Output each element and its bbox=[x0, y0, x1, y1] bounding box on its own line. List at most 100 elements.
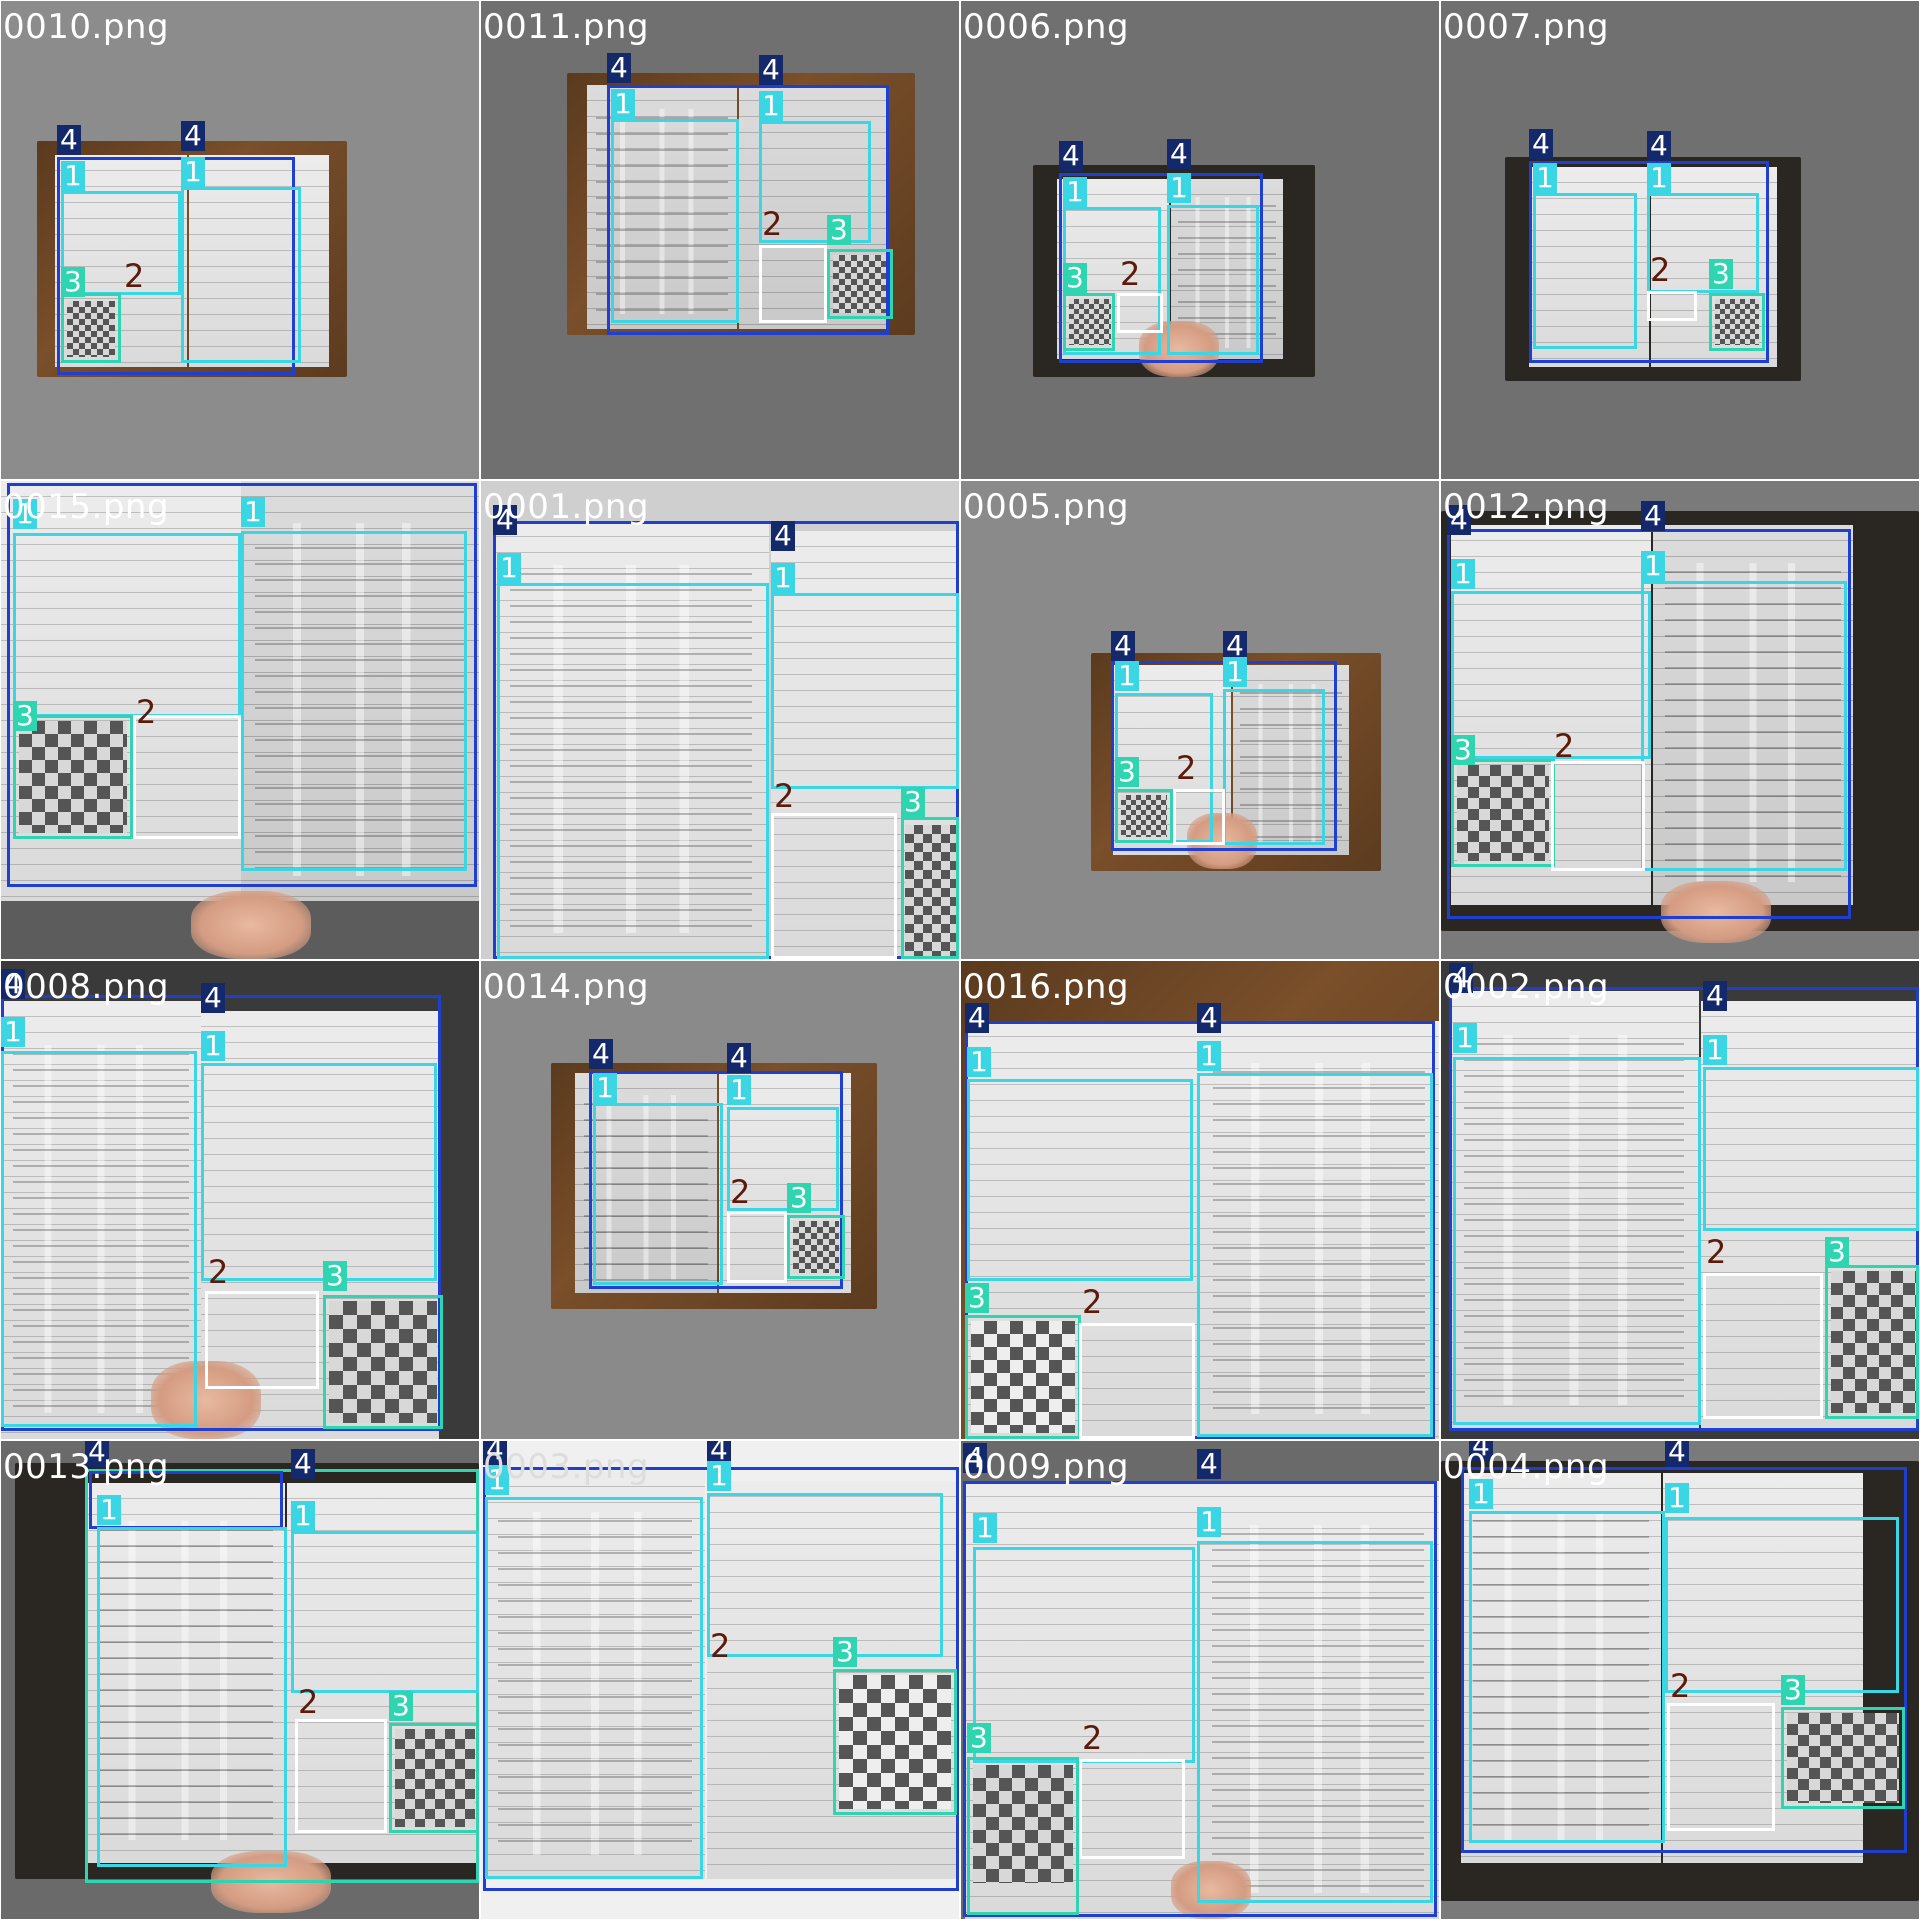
label-class-3: 3 bbox=[1825, 1237, 1849, 1267]
label-class-1: 1 bbox=[771, 563, 795, 593]
label-class-2: 2 bbox=[1650, 251, 1671, 289]
label-class-2: 2 bbox=[730, 1173, 751, 1211]
detection-box-class-3 bbox=[1451, 759, 1555, 867]
tile-filename: 0007.png bbox=[1443, 7, 1610, 47]
tile-0008: 0008.png 4 4 1 1 2 3 bbox=[1, 961, 479, 1439]
label-class-4: 4 bbox=[1197, 1003, 1221, 1033]
tile-filename: 0006.png bbox=[963, 7, 1130, 47]
label-class-1: 1 bbox=[1197, 1041, 1221, 1071]
label-class-4: 4 bbox=[1059, 141, 1083, 171]
tile-0014: 0014.png 4 4 1 1 2 3 bbox=[481, 961, 959, 1439]
label-class-2: 2 bbox=[298, 1683, 319, 1721]
label-class-1: 1 bbox=[1063, 177, 1087, 207]
label-class-4: 4 bbox=[181, 121, 205, 151]
label-class-2: 2 bbox=[710, 1627, 731, 1665]
detection-box-class-1 bbox=[611, 119, 739, 323]
detection-box-class-1 bbox=[1469, 1511, 1665, 1843]
tile-filename: 0016.png bbox=[963, 967, 1130, 1007]
tile-filename: 0014.png bbox=[483, 967, 650, 1007]
detection-box-class-2 bbox=[759, 245, 827, 323]
detection-box-class-3 bbox=[827, 249, 893, 319]
detection-box-class-2 bbox=[133, 715, 241, 839]
detection-box-class-2 bbox=[1703, 1273, 1823, 1419]
label-class-3: 3 bbox=[833, 1637, 857, 1667]
tile-0005: 0005.png 4 4 1 1 3 2 bbox=[961, 481, 1439, 959]
tile-0006: 0006.png 4 4 1 1 3 2 bbox=[961, 1, 1439, 479]
label-class-3: 3 bbox=[389, 1691, 413, 1721]
detection-box-class-2 bbox=[295, 1719, 387, 1833]
label-class-3: 3 bbox=[787, 1183, 811, 1213]
label-class-1: 1 bbox=[593, 1073, 617, 1103]
label-class-1: 1 bbox=[973, 1513, 997, 1543]
detection-box-class-3 bbox=[389, 1723, 479, 1833]
detection-box-class-2 bbox=[1667, 1703, 1775, 1831]
detection-box-class-3 bbox=[1781, 1707, 1905, 1809]
detection-box-class-1 bbox=[1, 1051, 197, 1427]
detection-box-class-3 bbox=[323, 1295, 443, 1429]
label-class-1: 1 bbox=[1, 1017, 25, 1047]
label-class-3: 3 bbox=[323, 1261, 347, 1291]
detection-box-class-1 bbox=[707, 1493, 943, 1657]
tile-0010: 0010.png 4 4 1 1 3 2 bbox=[1, 1, 479, 479]
label-class-3: 3 bbox=[1115, 757, 1139, 787]
detection-box-class-2 bbox=[205, 1291, 319, 1389]
label-class-2: 2 bbox=[1120, 255, 1141, 293]
tile-filename: 0012.png bbox=[1443, 487, 1610, 527]
detection-box-class-3 bbox=[901, 817, 959, 959]
label-class-2: 2 bbox=[136, 693, 157, 731]
label-class-1: 1 bbox=[1647, 163, 1671, 193]
detection-box-class-1 bbox=[1223, 689, 1325, 845]
detection-box-class-3 bbox=[61, 293, 121, 363]
detection-box-class-3 bbox=[1825, 1265, 1919, 1419]
tile-filename: 0005.png bbox=[963, 487, 1130, 527]
detection-box-class-1 bbox=[1167, 205, 1259, 355]
detection-box-class-2 bbox=[1117, 293, 1163, 333]
label-class-4: 4 bbox=[1641, 501, 1665, 531]
tile-filename: 0011.png bbox=[483, 7, 650, 47]
label-class-1: 1 bbox=[1665, 1483, 1689, 1513]
label-class-4: 4 bbox=[759, 55, 783, 85]
label-class-1: 1 bbox=[1451, 559, 1475, 589]
tile-filename: 0002.png bbox=[1443, 967, 1610, 1007]
label-class-2: 2 bbox=[1082, 1719, 1103, 1757]
tile-filename: 0010.png bbox=[3, 7, 170, 47]
tile-filename: 0013.png bbox=[3, 1447, 170, 1487]
tile-0013: 0013.png 4 4 1 1 2 3 bbox=[1, 1441, 479, 1919]
label-class-4: 4 bbox=[1197, 1449, 1221, 1479]
label-class-3: 3 bbox=[1781, 1675, 1805, 1705]
detection-box-class-1 bbox=[497, 583, 769, 959]
detection-box-class-3 bbox=[787, 1215, 845, 1279]
label-class-3: 3 bbox=[827, 215, 851, 245]
tile-0004: 0004.png 4 4 1 1 2 3 bbox=[1441, 1441, 1919, 1919]
detection-box-class-1 bbox=[291, 1531, 479, 1693]
label-class-2: 2 bbox=[1670, 1667, 1691, 1705]
detection-box-class-1 bbox=[1533, 193, 1637, 349]
detection-box-class-1 bbox=[1197, 1073, 1433, 1437]
label-class-2: 2 bbox=[774, 777, 795, 815]
label-class-2: 2 bbox=[1082, 1283, 1103, 1321]
detection-box-class-1 bbox=[593, 1103, 723, 1285]
label-class-1: 1 bbox=[291, 1501, 315, 1531]
image-grid: 0010.png 4 4 1 1 3 2 0011.png 4 4 1 1 2 bbox=[0, 0, 1920, 1920]
detection-box-class-3 bbox=[1063, 293, 1115, 351]
tile-0015: 0015.png 4 4 1 1 3 2 bbox=[1, 481, 479, 959]
tile-0011: 0011.png 4 4 1 1 2 3 bbox=[481, 1, 959, 479]
detection-box-class-3 bbox=[13, 715, 133, 839]
tile-0009: 0009.png 4 4 1 1 3 2 bbox=[961, 1441, 1439, 1919]
tile-filename: 0009.png bbox=[963, 1447, 1130, 1487]
detection-box-class-2 bbox=[1079, 1323, 1195, 1439]
detection-box-class-3 bbox=[965, 1315, 1081, 1439]
label-class-4: 4 bbox=[57, 125, 81, 155]
tile-filename: 0008.png bbox=[3, 967, 170, 1007]
label-class-1: 1 bbox=[1533, 163, 1557, 193]
detection-box-class-1 bbox=[485, 1497, 703, 1879]
label-class-4: 4 bbox=[589, 1039, 613, 1069]
label-class-2: 2 bbox=[1554, 727, 1575, 765]
label-class-4: 4 bbox=[1647, 131, 1671, 161]
detection-box-class-2 bbox=[1079, 1759, 1185, 1859]
label-class-1: 1 bbox=[97, 1495, 121, 1525]
detection-box-class-1 bbox=[97, 1527, 287, 1867]
label-class-1: 1 bbox=[967, 1047, 991, 1077]
label-class-1: 1 bbox=[201, 1031, 225, 1061]
detection-box-class-3 bbox=[967, 1757, 1079, 1915]
